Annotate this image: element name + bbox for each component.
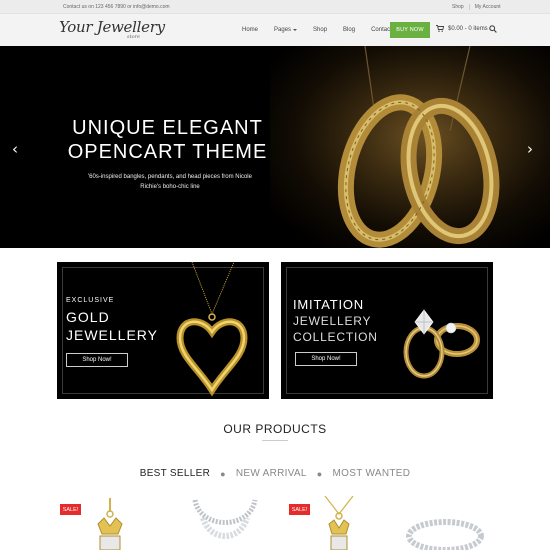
buy-now-button[interactable]: BUY NOW xyxy=(390,22,430,38)
nav-item-pages[interactable]: Pages xyxy=(266,14,305,46)
product-image-crown-pendant[interactable] xyxy=(60,496,160,550)
tab-best-seller[interactable]: BEST SELLER xyxy=(136,468,214,479)
shop-link[interactable]: Shop xyxy=(447,4,469,10)
nav-label: Pages xyxy=(274,27,292,33)
top-links: Shop My Account xyxy=(447,4,506,10)
nav-item-blog[interactable]: Blog xyxy=(335,14,363,46)
hero-title: UNIQUE ELEGANT OPENCART THEME xyxy=(67,117,268,163)
search-icon[interactable] xyxy=(489,25,497,33)
tab-new-arrival[interactable]: NEW ARRIVAL xyxy=(232,468,311,479)
caret-down-icon xyxy=(293,29,298,31)
next-slide-icon[interactable]: › xyxy=(527,140,533,158)
hero-slider: ‹ UNIQUE ELEGANT OPENCART THEME '60s-ins… xyxy=(0,46,550,248)
shop-now-button[interactable]: Shop Now! xyxy=(295,352,357,366)
heart-pendant-image xyxy=(176,262,248,397)
hero-subtitle: '60s-inspired bangles, pendants, and hea… xyxy=(88,174,252,190)
tab-separator: ● xyxy=(220,468,226,479)
prev-slide-icon[interactable]: ‹ xyxy=(12,140,18,158)
top-bar: Contact us on 123 456 7890 or info@demo.… xyxy=(0,0,550,14)
nav-label: Home xyxy=(242,27,259,33)
nav-item-shop[interactable]: Shop xyxy=(305,14,335,46)
section-divider xyxy=(262,440,288,441)
logo-subtext: store xyxy=(127,34,140,40)
banner-line-1: EXCLUSIVE xyxy=(66,297,115,304)
banner-gold-jewellery[interactable]: EXCLUSIVE GOLD JEWELLERY Shop Now! xyxy=(57,262,269,399)
cart-icon xyxy=(436,25,444,32)
nav-label: Contact xyxy=(371,27,392,33)
banner-line-3: JEWELLERY xyxy=(66,327,158,343)
product-tabs: BEST SELLER ● NEW ARRIVAL ● MOST WANTED xyxy=(0,468,550,479)
contact-info: Contact us on 123 456 7890 or info@demo.… xyxy=(63,4,170,10)
site-header: Your Jewellery store Home Pages Shop Blo… xyxy=(0,14,550,46)
banner-line-3: COLLECTION xyxy=(293,330,378,344)
product-image-gold-pendant[interactable] xyxy=(289,496,389,550)
nav-label: Blog xyxy=(343,27,356,33)
banner-line-1: IMITATION xyxy=(293,297,364,312)
cart-total: $0.00 - 0 items xyxy=(448,25,488,32)
product-image-diamond-necklace[interactable] xyxy=(175,496,275,550)
nav-item-home[interactable]: Home xyxy=(234,14,266,46)
banner-imitation-jewellery[interactable]: IMITATION JEWELLERY COLLECTION Shop Now! xyxy=(281,262,493,399)
tab-most-wanted[interactable]: MOST WANTED xyxy=(329,468,415,479)
cart-summary[interactable]: $0.00 - 0 items xyxy=(436,25,488,32)
my-account-link[interactable]: My Account xyxy=(468,4,506,10)
section-title: OUR PRODUCTS xyxy=(223,422,327,436)
banner-line-2: GOLD xyxy=(66,309,110,325)
main-nav: Home Pages Shop Blog Contact xyxy=(234,14,406,46)
nav-label: Shop xyxy=(313,27,328,33)
wedding-rings-image xyxy=(337,46,500,248)
logo[interactable]: Your Jewellery store xyxy=(59,18,165,44)
tab-separator: ● xyxy=(316,468,323,479)
diamond-rings-image xyxy=(403,309,480,379)
banner-line-2: JEWELLERY xyxy=(293,314,372,328)
shop-now-button[interactable]: Shop Now! xyxy=(66,353,128,367)
product-image-silver-bracelet[interactable] xyxy=(395,496,495,550)
